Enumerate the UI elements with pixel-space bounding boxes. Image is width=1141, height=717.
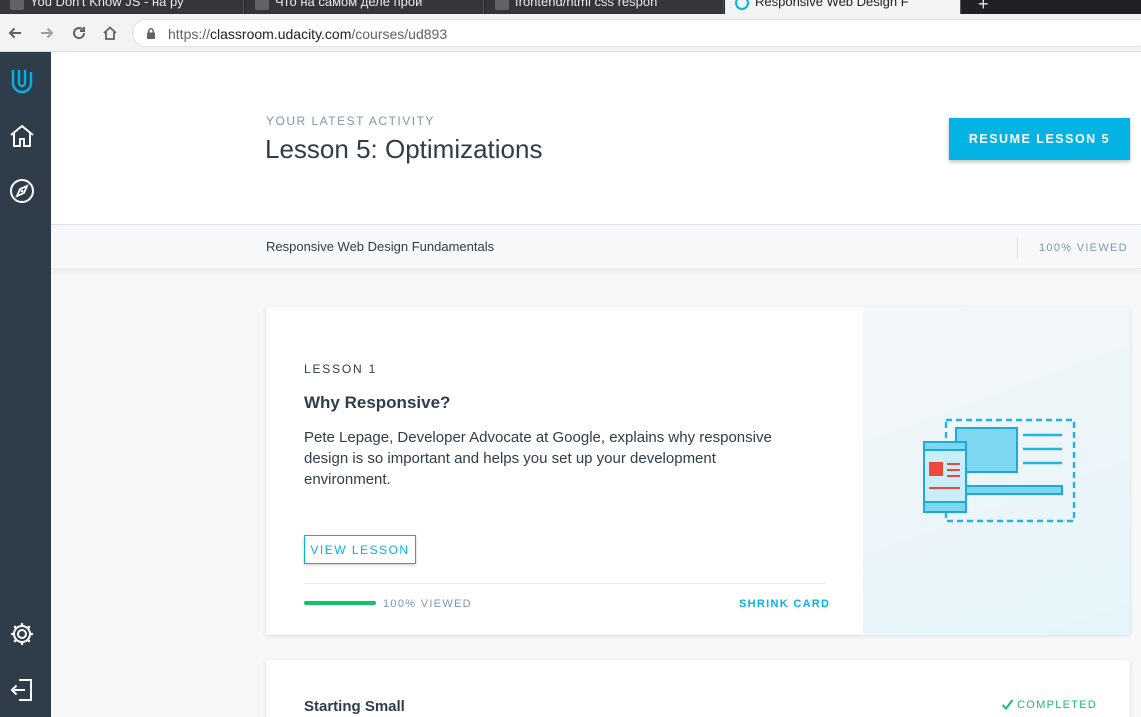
udacity-logo-icon[interactable] [5, 64, 39, 98]
back-button[interactable] [2, 20, 28, 46]
lesson-card: LESSON 1 Why Responsive? Pete Lepage, De… [266, 307, 1130, 635]
tab-title: frontend/html css respon [515, 0, 658, 9]
shrink-card-link[interactable]: SHRINK CARD [739, 598, 830, 610]
new-tab-icon[interactable]: + [978, 0, 989, 14]
compass-icon[interactable] [5, 174, 39, 208]
lesson-illustration-panel [863, 307, 1130, 635]
settings-icon[interactable] [5, 617, 39, 651]
github-favicon-icon [495, 0, 509, 10]
browser-tab[interactable]: Что на самом деле прои [245, 0, 484, 14]
course-subheader: Responsive Web Design Fundamentals 100% … [51, 225, 1141, 269]
page-favicon-icon [255, 0, 269, 10]
lock-icon [147, 28, 155, 39]
checkmark-icon [1001, 699, 1014, 711]
home-icon[interactable] [5, 119, 39, 153]
back-arrow-icon [8, 27, 21, 39]
home-icon [103, 26, 117, 40]
tab-title: Что на самом деле прои [275, 0, 423, 9]
udacity-favicon-icon [735, 0, 749, 10]
reload-icon [73, 27, 86, 40]
completed-label: COMPLETED [1017, 698, 1098, 711]
lesson-title: Why Responsive? [304, 393, 451, 412]
lesson-progress-bar [304, 601, 376, 605]
browser-tab[interactable]: frontend/html css respon [485, 0, 724, 14]
reload-button[interactable] [66, 20, 92, 46]
logout-icon[interactable] [5, 673, 39, 707]
main-content: YOUR LATEST ACTIVITY Lesson 5: Optimizat… [51, 52, 1141, 717]
course-viewed-status: 100% VIEWED [1039, 242, 1128, 254]
lesson-card-collapsed[interactable]: Starting Small COMPLETED [266, 660, 1130, 717]
address-bar[interactable]: https://classroom.udacity.com/courses/ud… [132, 19, 1141, 47]
divider [1017, 237, 1018, 259]
view-lesson-button[interactable]: VIEW LESSON [304, 535, 416, 564]
latest-activity-label: YOUR LATEST ACTIVITY [266, 114, 435, 128]
home-button[interactable] [97, 20, 123, 46]
forward-button[interactable] [34, 20, 60, 46]
lesson-viewed-status: 100% VIEWED [383, 598, 472, 610]
divider [304, 583, 826, 584]
resume-lesson-button[interactable]: RESUME LESSON 5 [949, 118, 1130, 160]
forward-arrow-icon [41, 27, 54, 39]
lesson-title: Starting Small [304, 698, 405, 715]
page-title: Lesson 5: Optimizations [265, 134, 543, 164]
browser-toolbar: https://classroom.udacity.com/courses/ud… [0, 14, 1141, 52]
progress-fill [304, 601, 376, 605]
url-path: /courses/ud893 [351, 26, 448, 42]
latest-activity-header: YOUR LATEST ACTIVITY Lesson 5: Optimizat… [51, 52, 1141, 225]
lesson-number: LESSON 1 [304, 362, 378, 376]
url-host: classroom.udacity.com [210, 26, 352, 42]
course-name: Responsive Web Design Fundamentals [266, 239, 495, 254]
url-text: https://classroom.udacity.com/courses/ud… [168, 26, 447, 42]
responsive-devices-illustration-icon [923, 418, 1076, 523]
completed-status: COMPLETED [1001, 698, 1097, 711]
app-sidebar [0, 52, 51, 717]
page-favicon-icon [10, 0, 24, 10]
lesson-description: Pete Lepage, Developer Advocate at Googl… [304, 429, 772, 488]
browser-tab[interactable]: You Don't Know JS - на ру [0, 0, 244, 14]
browser-tab-active[interactable]: Responsive Web Design F [725, 0, 961, 14]
tab-title: Responsive Web Design F [755, 0, 909, 9]
browser-tab-strip: You Don't Know JS - на ру Что на самом д… [0, 0, 1141, 14]
tab-title: You Don't Know JS - на ру [30, 0, 184, 9]
url-scheme: https:// [168, 26, 211, 42]
